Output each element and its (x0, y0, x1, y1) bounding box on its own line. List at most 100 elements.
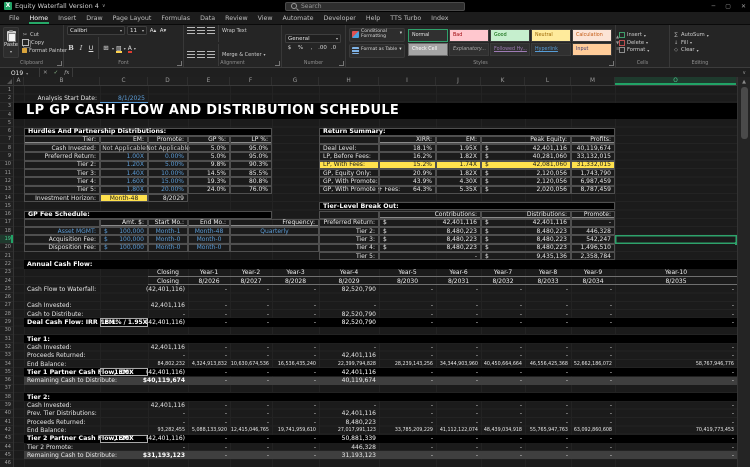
cell-I10[interactable]: 15.2% (379, 160, 436, 169)
cell-D18[interactable]: Month-1 (148, 227, 188, 236)
cell-J36[interactable]: - (436, 377, 481, 385)
cell-style-normal[interactable]: Normal (408, 29, 448, 42)
row-header-5[interactable]: 5 (0, 119, 13, 128)
cell-B35[interactable]: Tier 1 Partner Cash Flow, EM: (24, 368, 132, 376)
cell-E17[interactable]: End Mo.: (188, 218, 230, 228)
bold-button[interactable]: B (67, 44, 75, 53)
cell-K35[interactable]: - (481, 368, 525, 376)
cell-O44[interactable]: - (615, 443, 737, 451)
close-button[interactable]: ✕ (741, 3, 746, 10)
scroll-up-icon[interactable]: ▲ (742, 77, 746, 86)
minimize-button[interactable]: ─ (712, 3, 716, 10)
col-header-M[interactable]: M (571, 77, 615, 85)
cell-G27[interactable]: - (272, 302, 319, 310)
menu-tab-insert[interactable]: Insert (53, 12, 81, 24)
cell-G24[interactable]: 8/2028 (272, 277, 319, 285)
cell-B2[interactable]: Analysis Start Date: (24, 94, 100, 102)
cell-J12[interactable]: 4.30X (436, 177, 481, 186)
cell-G23[interactable]: Year-3 (272, 269, 319, 277)
cell-I13[interactable]: 64.3% (379, 185, 436, 194)
cell-D36[interactable]: $40,119,674 (143, 377, 188, 385)
cell-J44[interactable]: - (436, 443, 481, 451)
cell-F9[interactable]: 95.0% (230, 152, 272, 161)
cell-H6[interactable]: Return Summary: (319, 127, 615, 136)
row-header-16[interactable]: 16 (0, 211, 13, 219)
cell-H44[interactable]: 446,328 (319, 443, 379, 451)
cell-E25[interactable]: - (188, 285, 230, 293)
cell-M23[interactable]: Year-9 (571, 269, 615, 277)
cell-E42[interactable]: 5,088,133,920 (188, 426, 230, 434)
cell-H13[interactable]: GP, With Promote + Fees: (319, 185, 400, 194)
autosum-button[interactable]: ∑ AutoSum ▾ (673, 32, 727, 38)
cell-H11[interactable]: GP, Equity Only: (319, 169, 379, 178)
cell-E13[interactable]: 24.0% (188, 185, 230, 194)
cell-H29[interactable]: 82,520,790 (319, 318, 379, 326)
cell-F10[interactable]: 90.3% (230, 160, 272, 169)
row-header-35[interactable]: 35 (0, 368, 13, 377)
title-dropdown-icon[interactable]: ∨ (102, 3, 106, 9)
cell-D9[interactable]: 0.00% (148, 152, 188, 161)
cell-H10[interactable]: LP, With Fees: (319, 160, 379, 169)
cell-F13[interactable]: 76.0% (230, 185, 272, 194)
cut-button[interactable]: ✂ Cut (22, 32, 67, 38)
cell-M9[interactable]: 33,132,015 (571, 152, 615, 161)
align-right-icon[interactable] (207, 51, 215, 58)
cell-M44[interactable]: - (571, 443, 615, 451)
cell-D41[interactable]: - (148, 418, 188, 426)
cell-J35[interactable]: - (436, 368, 481, 376)
cell-C11[interactable]: 1.40X (100, 169, 148, 178)
cell-E32[interactable]: - (188, 343, 230, 351)
cell-K33[interactable]: - (481, 352, 525, 360)
cell-C17[interactable]: Amt. $: (100, 218, 148, 228)
col-header-K[interactable]: K (481, 77, 525, 85)
cell-F29[interactable]: - (230, 318, 272, 326)
copy-button[interactable]: Copy (22, 39, 67, 46)
cell-H9[interactable]: LP, Before Fees: (319, 152, 379, 161)
cell-C9[interactable]: 1.00X (100, 152, 148, 161)
cell-G39[interactable]: - (272, 401, 319, 409)
row-header-38[interactable]: 38 (0, 393, 13, 402)
col-header-C[interactable]: C (100, 77, 148, 85)
cell-E8[interactable]: 5.0% (188, 144, 230, 153)
cell-M32[interactable]: - (571, 343, 615, 351)
cell-F45[interactable]: - (230, 451, 272, 459)
conditional-formatting-button[interactable]: Conditional Formatting ▾ (349, 27, 405, 42)
number-format-select[interactable]: General ▾ (285, 34, 341, 43)
cell-F25[interactable]: - (230, 285, 272, 293)
cell-F41[interactable]: - (230, 418, 272, 426)
cell-L27[interactable]: - (525, 302, 571, 310)
cell-I39[interactable]: - (379, 401, 436, 409)
cell-I34[interactable]: 28,239,143,256 (379, 360, 436, 368)
cell-M33[interactable]: - (571, 352, 615, 360)
cell-M16[interactable]: Promote: (571, 210, 615, 219)
cell-E41[interactable]: - (188, 418, 230, 426)
cell-H19[interactable]: Tier 3: (319, 235, 379, 244)
cell-I40[interactable]: - (379, 410, 436, 418)
cell-E40[interactable]: - (188, 410, 230, 418)
cell-H16[interactable] (319, 210, 379, 219)
cell-L28[interactable]: - (525, 310, 571, 318)
cell-O23[interactable]: Year-10 (615, 269, 737, 277)
cell-L23[interactable]: Year-8 (525, 269, 571, 277)
cell-E23[interactable]: Year-1 (188, 269, 230, 277)
insert-function-icon[interactable]: fx (61, 70, 72, 76)
cell-G44[interactable]: - (272, 443, 319, 451)
cell-F20[interactable] (230, 243, 319, 252)
cell-J7[interactable]: EM: (436, 135, 481, 145)
cell-G43[interactable]: - (272, 435, 319, 443)
row-header-23[interactable]: 23 (0, 269, 13, 277)
cell-B18[interactable]: Asset MGMT: (24, 227, 100, 236)
cell-G40[interactable]: - (272, 410, 319, 418)
cell-H7[interactable] (319, 135, 379, 145)
cell-B17[interactable] (24, 218, 100, 228)
cell-H15[interactable]: Tier-Level Break Out: (319, 202, 615, 211)
select-all-corner[interactable] (0, 77, 14, 85)
row-header-37[interactable]: 37 (0, 385, 13, 394)
menu-tab-draw[interactable]: Draw (81, 12, 107, 24)
row-header-43[interactable]: 43 (0, 435, 13, 443)
row-header-9[interactable]: 9 (0, 152, 13, 161)
row-header-39[interactable]: 39 (0, 401, 13, 410)
cell-F43[interactable]: - (230, 435, 272, 443)
cell-L35[interactable]: - (525, 368, 571, 376)
cell-O41[interactable]: - (615, 418, 737, 426)
